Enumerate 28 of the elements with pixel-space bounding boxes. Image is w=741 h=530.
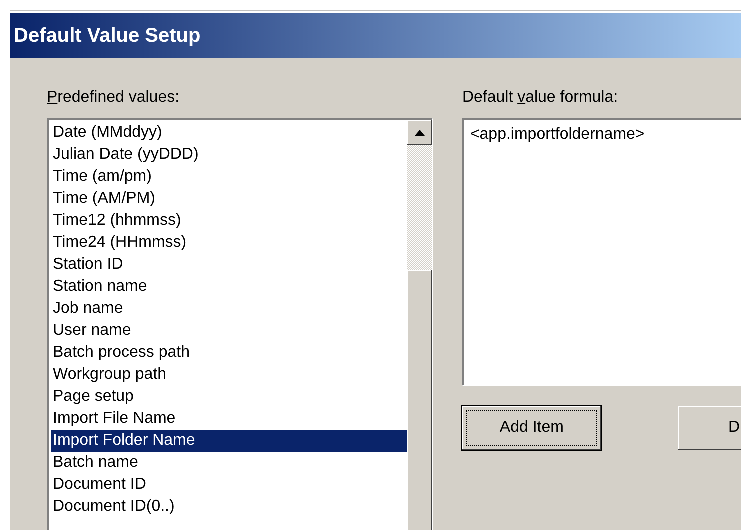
list-item[interactable]: Time12 (hhmmss) (51, 210, 408, 232)
list-item[interactable]: Time (AM/PM) (51, 188, 408, 210)
list-item[interactable]: Import File Name (51, 408, 408, 430)
dialog-button[interactable]: Add Item (462, 406, 602, 450)
list-item[interactable]: Page setup (51, 386, 408, 408)
list-item[interactable]: Document ID(0..) (51, 496, 408, 518)
list-item[interactable]: Job name (51, 298, 408, 320)
window-title: Default Value Setup (14, 24, 201, 48)
list-item[interactable]: Document ID (51, 474, 408, 496)
list-item[interactable]: Station name (51, 276, 408, 298)
list-item[interactable]: Workgroup path (51, 364, 408, 386)
list-item[interactable]: Station ID (51, 254, 408, 276)
list-item[interactable]: Date (MMddyy) (51, 122, 408, 144)
list-item[interactable]: Batch process path (51, 342, 408, 364)
formula-label: Default value formula: (462, 88, 620, 108)
list-item[interactable]: Time24 (HHmmss) (51, 232, 408, 254)
list-item[interactable]: Time (am/pm) (51, 166, 408, 188)
up-arrow-icon (414, 130, 425, 136)
list-item[interactable]: Batch name (51, 452, 408, 474)
predefined-values-list[interactable] (47, 118, 434, 530)
formula-field[interactable]: <app.importfoldername> (462, 118, 741, 386)
list-item[interactable]: Import Folder Name (51, 430, 408, 452)
list-item[interactable]: User name (51, 320, 408, 342)
list-item[interactable]: Julian Date (yyDDD) (51, 144, 408, 166)
dialog-button[interactable]: D (678, 406, 741, 450)
scrollbar-thumb[interactable] (407, 270, 432, 530)
scroll-up-button[interactable] (407, 120, 432, 145)
list-label: Predefined values: (47, 88, 181, 108)
